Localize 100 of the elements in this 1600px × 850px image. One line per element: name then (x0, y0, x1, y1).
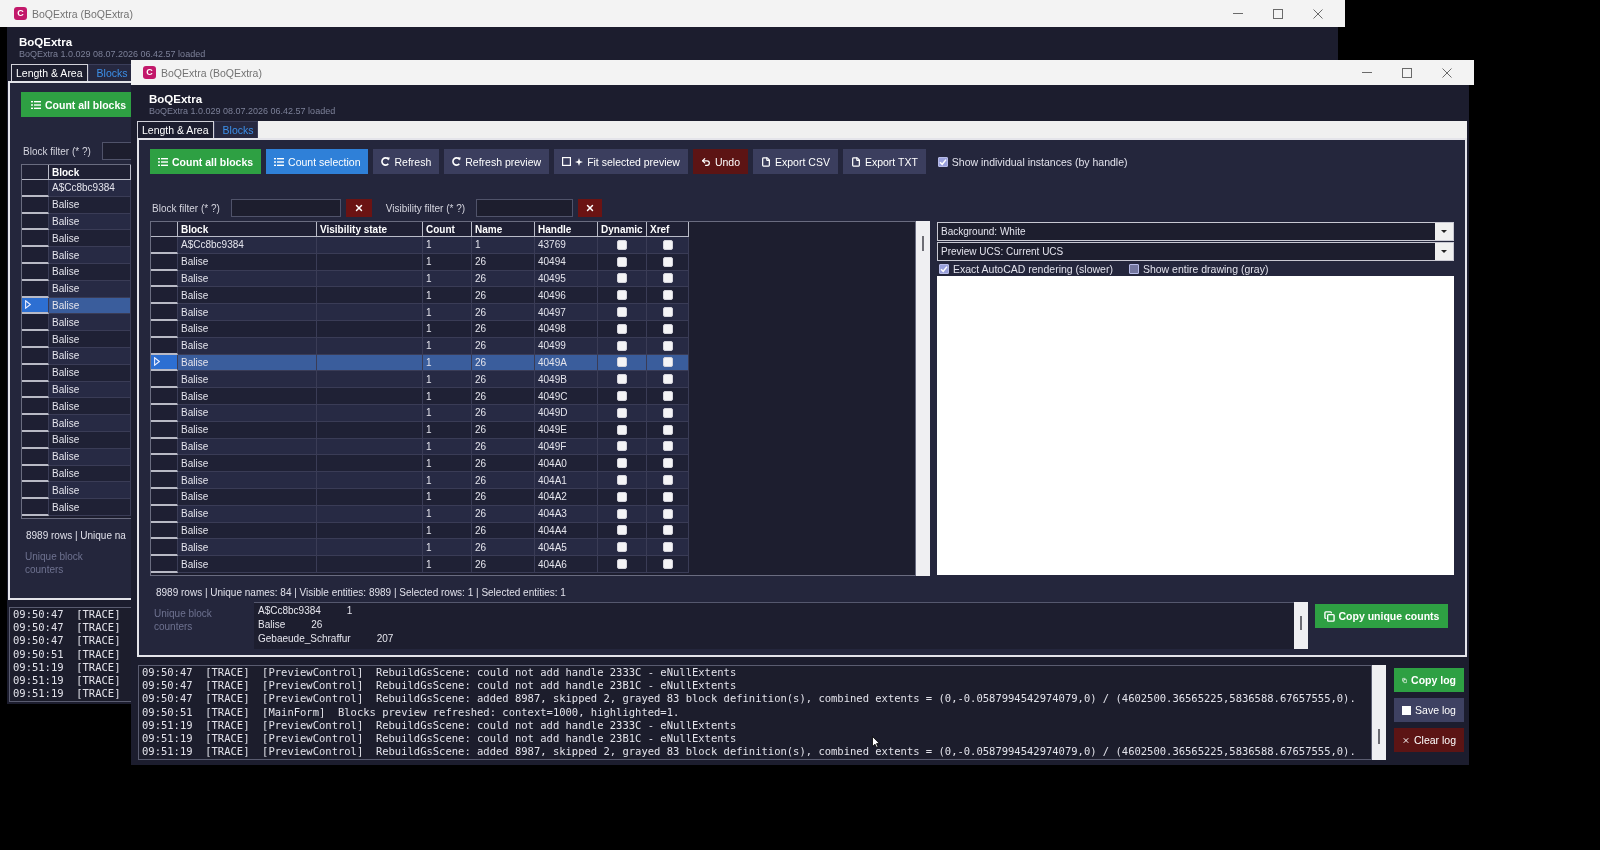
checkbox[interactable] (662, 458, 673, 469)
checkbox[interactable] (662, 424, 673, 435)
table-row[interactable]: Balise (22, 230, 131, 248)
checkbox[interactable] (662, 239, 673, 250)
log-textbox[interactable] (138, 665, 1372, 760)
checkbox[interactable] (662, 508, 673, 519)
row-header-cell[interactable] (151, 287, 178, 305)
save-button[interactable]: Save log (1394, 698, 1464, 722)
checkbox[interactable] (662, 475, 673, 486)
table-row[interactable]: Balise (22, 247, 131, 264)
row-header-cell[interactable] (151, 455, 178, 473)
filter-input[interactable] (230, 199, 341, 217)
row-header-cell[interactable] (22, 314, 49, 332)
export-button[interactable]: Export CSV (753, 149, 838, 174)
table-row[interactable]: Balise (22, 482, 131, 500)
column-header[interactable]: Visibility state (317, 222, 423, 237)
row-header-cell[interactable] (151, 237, 178, 254)
table-row[interactable]: Balise 1 26 40496 (151, 287, 689, 305)
checkbox[interactable] (662, 391, 673, 402)
dropdown[interactable]: Preview UCS: Current UCS (937, 242, 1454, 261)
column-header[interactable]: Dynamic (598, 222, 647, 237)
checkbox[interactable] (617, 424, 627, 435)
row-header-cell[interactable] (151, 371, 178, 389)
checkbox[interactable] (617, 340, 627, 351)
checkbox[interactable] (617, 239, 627, 250)
checkbox[interactable] (617, 357, 627, 368)
table-row[interactable]: Balise (22, 398, 131, 416)
column-header[interactable]: Name (472, 222, 535, 237)
row-header-cell[interactable] (151, 472, 178, 489)
tab[interactable]: Blocks (213, 121, 258, 138)
log-textbox[interactable]: 09:50:47 [TRACE] 09:50:47 [TRACE] 09:50:47 [TRACE] 09:50:51 [TRACE] 09:51:19 [TRACE] 09:51:19 [TRACE] 09:51:19 [TRACE] (9, 607, 131, 702)
table-row[interactable]: Balise 1 26 404A0 (151, 455, 689, 473)
dropdown-button[interactable] (1435, 223, 1453, 240)
table-row[interactable]: A$Cc8bc9384 (22, 180, 131, 197)
checkbox[interactable] (617, 374, 627, 385)
checkbox[interactable] (662, 273, 673, 284)
tab[interactable]: Blocks (87, 64, 132, 81)
close-icon[interactable] (1442, 67, 1452, 78)
checkbox[interactable] (617, 559, 627, 570)
checkbox[interactable] (617, 475, 627, 486)
checkbox[interactable] (617, 441, 627, 452)
checkbox[interactable] (662, 323, 673, 334)
clear-button[interactable]: Clear log (1394, 728, 1464, 752)
checkbox[interactable] (617, 273, 627, 284)
maximize-icon[interactable] (1402, 67, 1412, 78)
clear-filter-button[interactable] (578, 199, 603, 217)
checkbox[interactable] (1128, 263, 1139, 274)
dropdown-button[interactable] (1435, 243, 1453, 260)
checkbox[interactable] (662, 340, 673, 351)
checkbox[interactable] (662, 441, 673, 452)
row-header-cell[interactable] (22, 398, 49, 416)
checkbox[interactable] (662, 542, 673, 553)
refresh-button[interactable]: Refresh (373, 149, 440, 174)
undo-button[interactable]: Undo (692, 149, 749, 174)
checkbox[interactable] (617, 491, 627, 502)
checkbox[interactable] (617, 458, 627, 469)
row-header-cell[interactable] (151, 539, 178, 557)
vertical-scrollbar[interactable] (916, 221, 930, 576)
row-header-cell[interactable] (22, 499, 49, 516)
column-header[interactable]: Block (49, 165, 131, 180)
column-header[interactable]: Xref (647, 222, 689, 237)
counters-textbox[interactable]: A$Cc8bc9384 1 Balise 26 Gebaeude_Schraffur 207 (254, 602, 1294, 649)
checkbox[interactable] (617, 323, 627, 334)
clear-filter-button[interactable] (345, 199, 372, 217)
checkbox[interactable] (937, 156, 948, 167)
tab[interactable]: Length & Area (11, 64, 88, 81)
close-icon[interactable] (1313, 8, 1323, 19)
row-header-cell[interactable] (151, 304, 178, 321)
checkbox[interactable] (662, 407, 673, 418)
table-row[interactable]: Balise 1 26 4049C (151, 388, 689, 405)
scrollbar-thumb[interactable] (1378, 729, 1380, 744)
checkbox[interactable] (617, 307, 627, 318)
column-header[interactable]: Block (178, 222, 317, 237)
checkbox[interactable] (662, 491, 673, 502)
checkbox[interactable] (617, 256, 627, 267)
checkbox[interactable] (662, 256, 673, 267)
checkbox[interactable] (662, 290, 673, 301)
dropdown[interactable]: Background: White (937, 222, 1454, 241)
table-row[interactable]: Balise (22, 499, 131, 516)
checkbox[interactable] (662, 559, 673, 570)
table-row[interactable]: Balise 1 26 404A5 (151, 539, 689, 557)
row-header-cell[interactable] (22, 247, 49, 264)
filter-input[interactable] (476, 199, 574, 217)
table-row[interactable]: Balise (22, 415, 131, 432)
tab[interactable]: Length & Area (137, 121, 214, 138)
row-header-cell[interactable] (22, 180, 49, 197)
checkbox[interactable] (662, 525, 673, 536)
checkbox[interactable] (617, 508, 627, 519)
checkbox[interactable] (617, 525, 627, 536)
checkbox[interactable] (617, 391, 627, 402)
table-row[interactable]: Balise (22, 314, 131, 332)
checkbox[interactable] (617, 407, 627, 418)
checkbox[interactable] (617, 542, 627, 553)
checkbox[interactable] (939, 263, 949, 274)
row-header-cell[interactable] (151, 388, 178, 405)
row-header-cell[interactable] (151, 556, 178, 573)
column-header[interactable]: Handle (535, 222, 598, 237)
table-row[interactable]: Balise 1 26 40497 (151, 304, 689, 321)
column-header[interactable]: Count (423, 222, 472, 237)
checkbox[interactable] (617, 290, 627, 301)
